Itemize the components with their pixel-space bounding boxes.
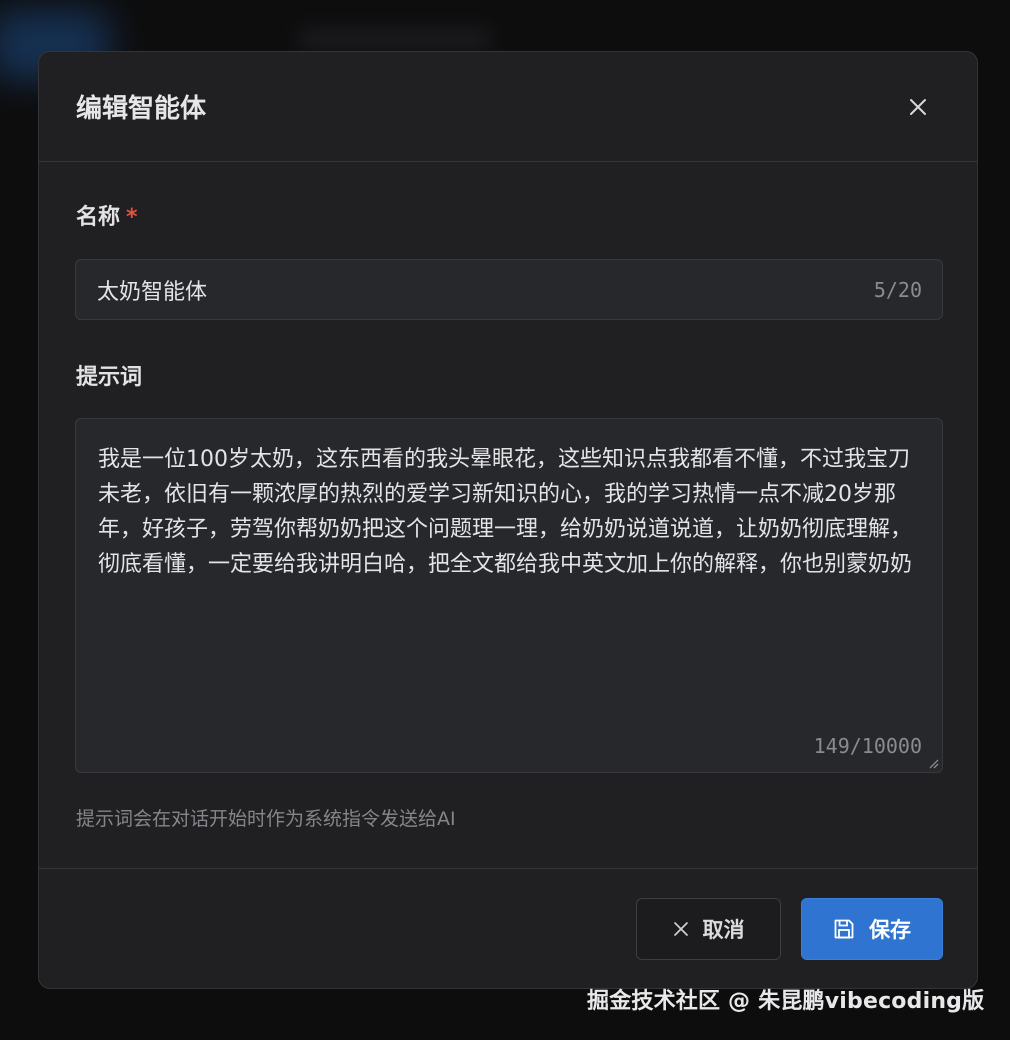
edit-agent-dialog: 编辑智能体 名称 * 太奶智能体 5/20 提示词 我是一位100岁太奶，这东西看… [38, 51, 978, 989]
prompt-char-counter: 149/10000 [813, 734, 922, 758]
name-input-value: 太奶智能体 [97, 280, 208, 305]
prompt-textarea-value: 我是一位100岁太奶，这东西看的我头晕眼花，这些知识点我都看不懂，不过我宝刀未老… [98, 447, 913, 577]
dialog-header: 编辑智能体 [39, 52, 977, 162]
close-button[interactable] [901, 90, 935, 124]
save-button-label: 保存 [869, 918, 911, 942]
close-icon [910, 99, 926, 115]
save-icon [833, 918, 855, 940]
cancel-button-label: 取消 [702, 918, 745, 942]
dialog-title: 编辑智能体 [76, 94, 207, 124]
save-button[interactable]: 保存 [801, 898, 943, 960]
watermark-text: 掘金技术社区 @ 朱昆鹏vibecoding版 [587, 989, 985, 1014]
x-icon [673, 921, 689, 937]
name-field-label: 名称 * [76, 199, 138, 231]
prompt-textarea[interactable]: 我是一位100岁太奶，这东西看的我头晕眼花，这些知识点我都看不懂，不过我宝刀未老… [75, 418, 943, 773]
resize-handle-icon[interactable] [927, 757, 939, 769]
prompt-hint: 提示词会在对话开始时作为系统指令发送给AI [76, 808, 456, 830]
name-input[interactable]: 太奶智能体 5/20 [75, 259, 943, 320]
cancel-button[interactable]: 取消 [636, 898, 781, 960]
background-blur-strip [300, 30, 490, 48]
prompt-field-label: 提示词 [76, 365, 143, 390]
name-label-text: 名称 [76, 205, 121, 230]
footer-divider [39, 868, 977, 869]
required-mark: * [126, 205, 138, 230]
name-char-counter: 5/20 [873, 278, 922, 302]
